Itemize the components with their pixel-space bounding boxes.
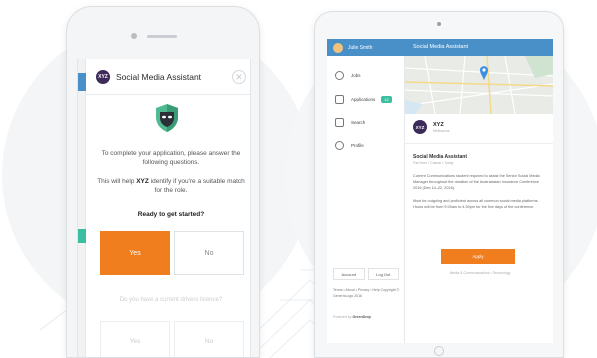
- buildings-icon: [335, 117, 344, 127]
- tablet-home-button[interactable]: [434, 346, 444, 356]
- job-meta: Part time • Casual • Today: [413, 161, 454, 165]
- map-graphic: [405, 56, 553, 114]
- help-text: This will help XYZ identify if you're a …: [96, 177, 246, 195]
- company-logo: XYZ: [96, 69, 110, 84]
- powered-by: Powered by GreenDrop: [333, 315, 401, 319]
- company-name: XYZ: [433, 122, 444, 128]
- company-logo: XYZ: [413, 120, 427, 134]
- yes-button[interactable]: Yes: [100, 231, 170, 275]
- applications-count-badge: 12: [381, 95, 392, 103]
- no-button[interactable]: No: [174, 231, 244, 275]
- phone-device: XYZ Social Media Assistant ✕ To complete…: [66, 6, 260, 358]
- sidebar-item-profile[interactable]: Profile: [327, 137, 405, 153]
- company-bar: XYZ XYZ Melbourne: [405, 114, 553, 144]
- account-button[interactable]: Account: [333, 268, 365, 280]
- drivers-licence-question: Do you have a current drivers licence?: [119, 297, 223, 303]
- apply-button[interactable]: Apply: [441, 249, 515, 264]
- job-location-map[interactable]: [405, 56, 553, 114]
- envelope-icon: [335, 94, 344, 104]
- sidebar-item-applications[interactable]: Applications 12: [327, 91, 405, 107]
- logout-button[interactable]: Log Out: [367, 268, 399, 280]
- user-profile-bar[interactable]: Julie Smith: [327, 39, 405, 56]
- sidebar-item-label: Jobs: [351, 72, 361, 78]
- powered-prefix: Powered by: [333, 315, 353, 319]
- application-header: XYZ Social Media Assistant ✕: [86, 59, 250, 95]
- help-text-after: identify if you're a suitable match for …: [148, 178, 245, 194]
- location-pin-icon: [335, 70, 344, 80]
- sidebar: Julie Smith Jobs Applications 12 Search …: [327, 39, 405, 343]
- user-name: Julie Smith: [348, 44, 373, 51]
- sidebar-item-label: Search: [351, 119, 366, 125]
- licence-no-button[interactable]: No: [174, 321, 244, 357]
- side-strip-highlight: [78, 73, 86, 91]
- tablet-screen: Julie Smith Jobs Applications 12 Search …: [327, 39, 553, 343]
- phone-screen: XYZ Social Media Assistant ✕ To complete…: [77, 59, 251, 357]
- close-icon[interactable]: ✕: [232, 70, 246, 84]
- company-location: Melbourne: [433, 129, 450, 133]
- tablet-camera: [437, 22, 441, 26]
- phone-speaker: [147, 35, 177, 38]
- job-title: Social Media Assistant: [413, 154, 467, 160]
- phone-camera: [131, 33, 137, 39]
- intro-text: To complete your application, please ans…: [101, 150, 241, 166]
- tablet-device: Julie Smith Jobs Applications 12 Search …: [314, 11, 564, 358]
- sidebar-item-search[interactable]: Search: [327, 114, 405, 130]
- account-actions: Account Log Out: [333, 268, 399, 280]
- job-detail-panel: Social Media Assistant XYZ XYZ Melbourne…: [405, 39, 553, 343]
- job-header: Social Media Assistant: [405, 39, 553, 56]
- help-text-company: XYZ: [136, 178, 149, 185]
- ready-heading: Ready to get started?: [137, 211, 205, 218]
- side-strip-marker: [78, 229, 86, 243]
- job-header-title: Social Media Assistant: [413, 44, 469, 50]
- application-title: Social Media Assistant: [116, 71, 202, 82]
- avatar: [333, 42, 343, 53]
- shield-mask-icon: [156, 104, 178, 132]
- phone-side-strip: [78, 59, 86, 357]
- sidebar-item-label: Profile: [351, 142, 364, 148]
- job-description-2: Must be outgoing and proficient across a…: [413, 199, 539, 209]
- job-tags[interactable]: Media & Communications • Technology: [413, 271, 547, 275]
- licence-yes-button[interactable]: Yes: [100, 321, 170, 357]
- user-icon: [335, 140, 344, 150]
- powered-brand: GreenDrop: [352, 315, 371, 319]
- job-description-1: Current Communications student required …: [413, 174, 540, 190]
- help-text-before: This will help: [97, 178, 137, 185]
- footer-links[interactable]: Terms • About • Privacy • Help Copyright…: [333, 287, 401, 299]
- sidebar-item-label: Applications: [351, 96, 376, 102]
- sidebar-item-jobs[interactable]: Jobs: [327, 67, 405, 83]
